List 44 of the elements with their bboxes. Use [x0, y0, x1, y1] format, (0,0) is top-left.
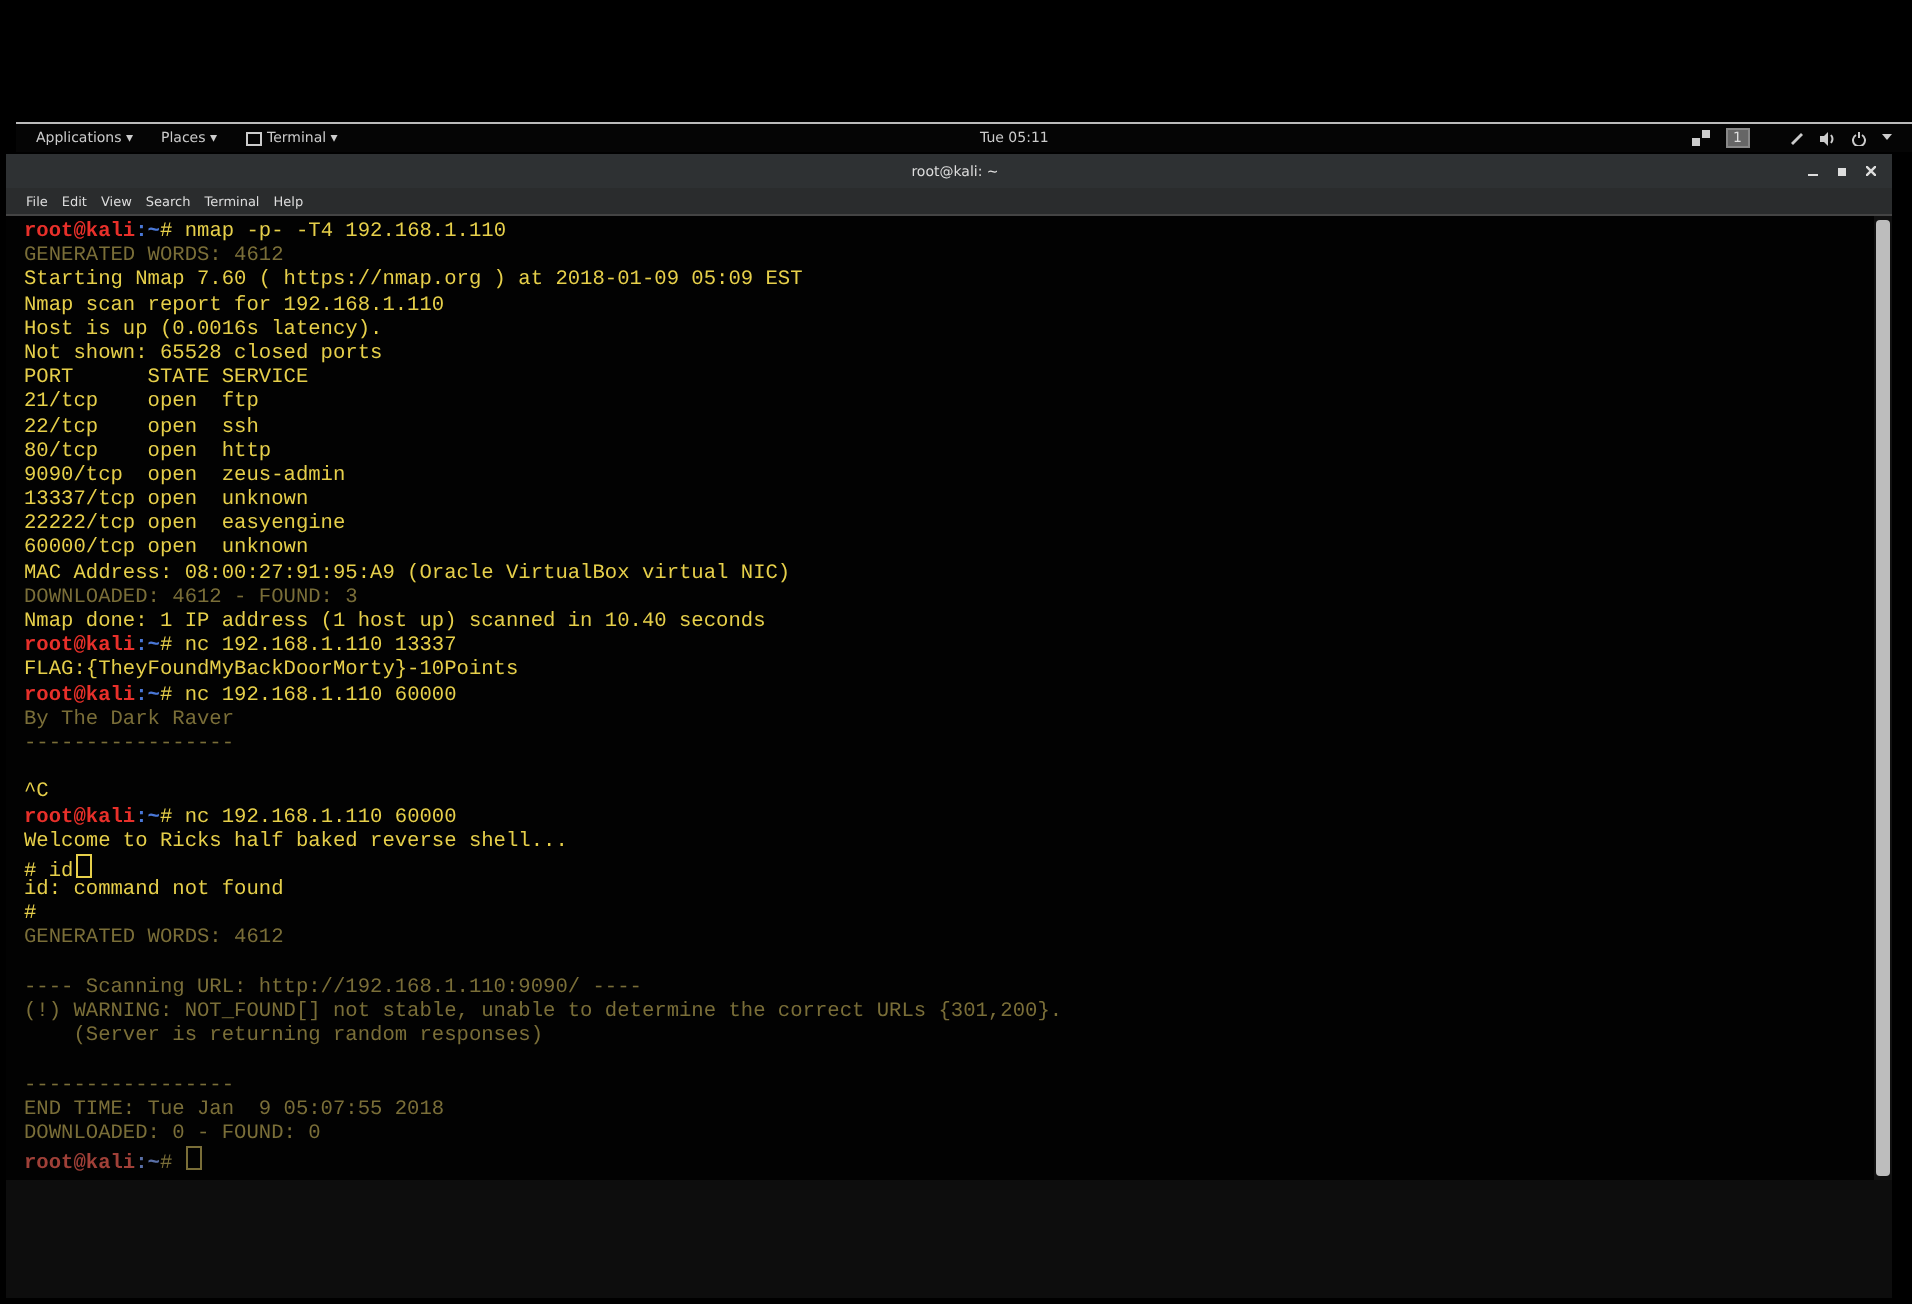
- terminal-line: ^C: [24, 780, 49, 805]
- power-icon[interactable]: [1852, 131, 1866, 145]
- terminal-line: Starting Nmap 7.60 ( https://nmap.org ) at 2018-01-09 05:09 EST: [24, 268, 803, 294]
- terminal-line: -----------------: [24, 1073, 235, 1098]
- terminal-line: ---- Scanning URL: http://192.168.1.110:9090/ ----: [24, 975, 642, 1000]
- terminal-line: FLAG:{TheyFoundMyBackDoorMorty}-10Points: [24, 658, 519, 684]
- terminal-line: MAC Address: 08:00:27:91:95:A9 (Oracle VirtualBox virtual NIC): [24, 561, 791, 586]
- terminal-line: id: command not found: [24, 878, 284, 903]
- terminal-line: # id: [24, 853, 92, 879]
- terminal-line: 60000/tcp open unknown: [24, 536, 309, 562]
- terminal-line: DOWNLOADED: 4612 - FOUND: 3: [24, 585, 358, 610]
- caret-icon[interactable]: [1882, 134, 1892, 142]
- terminal-line: root@kali:~# nc 192.168.1.110 60000: [24, 683, 457, 708]
- terminal-line: DOWNLOADED: 0 - FOUND: 0: [24, 1121, 321, 1147]
- terminal-line: Welcome to Ricks half baked reverse shell...: [24, 829, 568, 854]
- terminal-line: 13337/tcp open unknown: [24, 488, 309, 513]
- scrollbar-thumb[interactable]: [1876, 220, 1890, 1176]
- terminal-line: root@kali:~# nmap -p- -T4 192.168.1.110: [24, 220, 507, 245]
- terminal-line: root@kali:~# nc 192.168.1.110 60000: [24, 805, 457, 830]
- terminal-line: Nmap done: 1 IP address (1 host up) scanned in 10.40 seconds: [24, 610, 766, 635]
- terminal-line: GENERATED WORDS: 4612: [24, 926, 284, 952]
- terminal-line: END TIME: Tue Jan 9 05:07:55 2018: [24, 1097, 445, 1122]
- terminal-line: Host is up (0.0016s latency).: [24, 317, 383, 342]
- terminal-line: 9090/tcp open zeus-admin: [24, 463, 346, 489]
- terminal-line: 80/tcp open http: [24, 439, 272, 464]
- terminal-line: root@kali:~#: [24, 1146, 203, 1171]
- terminal-line: Not shown: 65528 closed ports: [24, 341, 383, 367]
- terminal-line: (Server is returning random responses): [71, 1024, 544, 1049]
- volume-icon[interactable]: [1820, 131, 1836, 145]
- terminal-line: Nmap scan report for 192.168.1.110: [24, 293, 445, 318]
- terminal-line: GENERATED WORDS: 4612: [24, 244, 284, 269]
- terminal-line: 21/tcp open ftp: [24, 390, 259, 415]
- network-icon[interactable]: [1691, 130, 1710, 146]
- terminal-line: By The Dark Raver: [24, 707, 235, 732]
- terminal-line: root@kali:~# nc 192.168.1.110 13337: [24, 634, 457, 659]
- terminal-line: 22222/tcp open easyengine: [24, 512, 346, 537]
- terminal-line: PORT STATE SERVICE: [24, 366, 309, 391]
- pen-icon[interactable]: [1790, 131, 1804, 145]
- terminal-line: -----------------: [24, 731, 235, 757]
- terminal-line: 22/tcp open ssh: [24, 415, 259, 440]
- close-icon[interactable]: [1866, 166, 1876, 176]
- maximize-icon[interactable]: [1838, 167, 1846, 175]
- terminal-line: (!) WARNING: NOT_FOUND[] not stable, unable to determine the correct URLs {301,200}.: [24, 1000, 1063, 1025]
- terminal-line: #: [24, 902, 37, 927]
